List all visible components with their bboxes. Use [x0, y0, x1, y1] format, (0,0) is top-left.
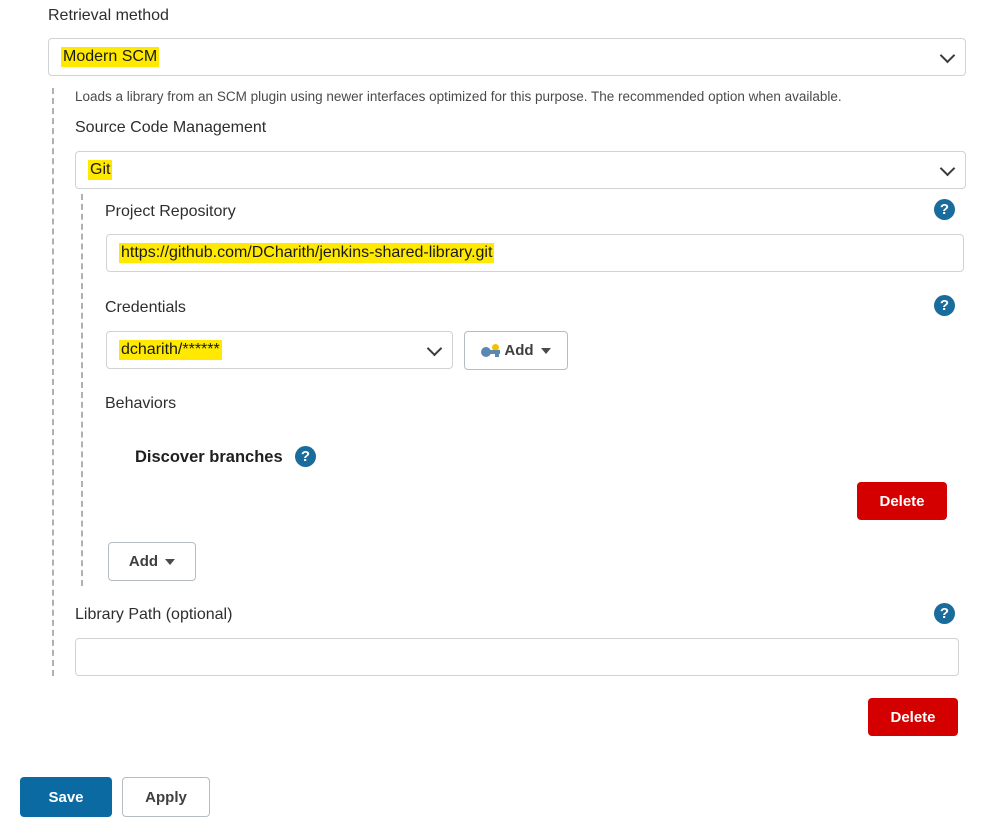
chevron-down-icon — [939, 47, 956, 64]
scm-select[interactable]: Git — [75, 151, 966, 189]
credentials-add-button[interactable]: Add — [464, 331, 568, 370]
form-guide-rail-inner — [81, 194, 83, 586]
behaviors-add-label: Add — [128, 553, 159, 570]
credentials-add-label: Add — [504, 342, 534, 359]
save-button[interactable]: Save — [20, 777, 112, 817]
behaviors-add-button[interactable]: Add — [108, 542, 196, 581]
behavior-item-delete-button[interactable]: Delete — [857, 482, 947, 520]
chevron-down-icon — [939, 160, 956, 177]
retriever-delete-button[interactable]: Delete — [868, 698, 958, 736]
credentials-value: dcharith/****** — [119, 340, 222, 360]
credentials-help-icon[interactable]: ? — [934, 295, 955, 316]
caret-down-icon — [540, 347, 551, 354]
behavior-item-help-icon[interactable]: ? — [295, 446, 316, 467]
caret-down-icon — [165, 558, 176, 565]
project-repository-help-icon[interactable]: ? — [934, 199, 955, 220]
form-guide-rail-outer — [52, 88, 54, 676]
library-path-label: Library Path (optional) — [75, 606, 233, 623]
scm-value: Git — [88, 160, 113, 180]
project-repository-input[interactable]: https://github.com/DCharith/jenkins-shar… — [106, 234, 964, 272]
chevron-down-icon — [426, 340, 443, 357]
library-path-help-icon[interactable]: ? — [934, 603, 955, 624]
retrieval-method-select[interactable]: Modern SCM — [48, 38, 966, 76]
behaviors-label: Behaviors — [105, 395, 177, 412]
credentials-label: Credentials — [105, 299, 186, 316]
scm-label: Source Code Management — [75, 119, 267, 136]
behavior-item-title: Discover branches — [135, 448, 283, 466]
retrieval-method-description: Loads a library from an SCM plugin using… — [75, 89, 842, 104]
project-repository-label: Project Repository — [105, 203, 236, 220]
credentials-select[interactable]: dcharith/****** — [106, 331, 453, 369]
retrieval-method-label: Retrieval method — [48, 7, 169, 24]
retrieval-method-value: Modern SCM — [61, 47, 160, 67]
library-path-input[interactable] — [75, 638, 959, 676]
key-icon — [481, 343, 501, 358]
apply-button[interactable]: Apply — [122, 777, 210, 817]
project-repository-value: https://github.com/DCharith/jenkins-shar… — [119, 243, 495, 263]
